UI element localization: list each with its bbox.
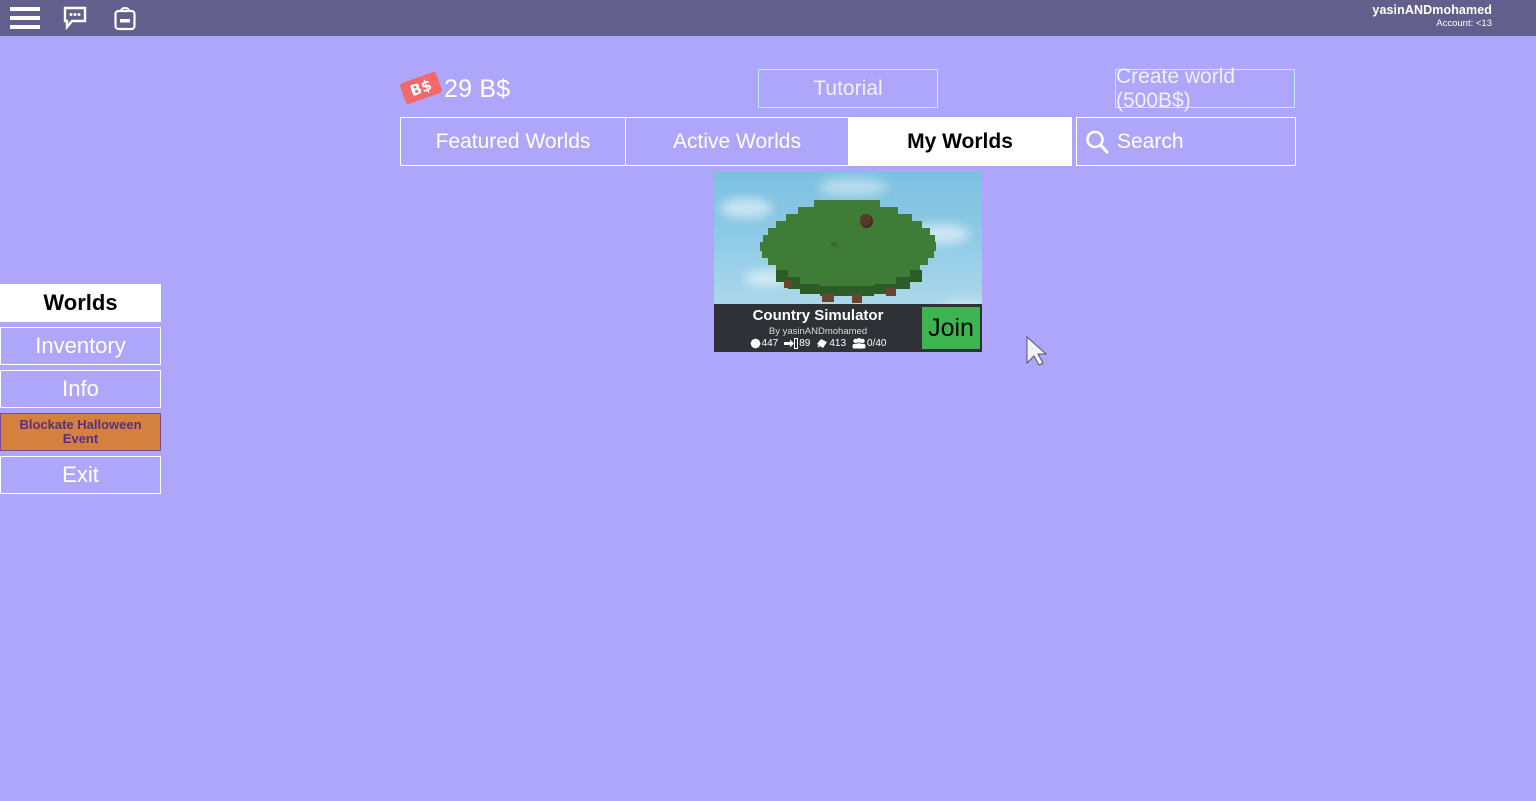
- chat-bubble-glyph: [63, 6, 87, 30]
- top-bar: yasinANDmohamed Account: <13: [0, 0, 1536, 36]
- world-stats: 447 89 413 0/40: [714, 338, 922, 349]
- blockbux-icon: B$: [399, 68, 443, 110]
- search-input[interactable]: [1117, 129, 1388, 154]
- backpack-icon[interactable]: [100, 0, 150, 36]
- island-render: [760, 200, 936, 306]
- blob-visits-icon: [750, 338, 761, 349]
- mouse-cursor: [1026, 335, 1048, 368]
- chat-bubble-icon[interactable]: [50, 0, 100, 36]
- rock-detail: [860, 214, 873, 228]
- tab-active-worlds[interactable]: Active Worlds: [625, 117, 849, 166]
- tab-featured-worlds[interactable]: Featured Worlds: [400, 117, 626, 166]
- stat-gems: 413: [816, 338, 846, 349]
- left-sidebar: Worlds Inventory Info Blockate Halloween…: [0, 284, 161, 494]
- account-block[interactable]: yasinANDmohamed Account: <13: [1372, 3, 1492, 30]
- stat-entries: 89: [784, 338, 810, 349]
- currency-amount: 29 B$: [444, 74, 511, 103]
- world-author: By yasinANDmohamed: [768, 326, 868, 337]
- stat-entries-value: 89: [799, 338, 811, 349]
- sidebar-item-exit[interactable]: Exit: [0, 456, 161, 494]
- tab-my-worlds[interactable]: My Worlds: [848, 117, 1072, 166]
- magnifier-glyph: [1086, 130, 1109, 153]
- currency-display: B$ 29 B$: [399, 68, 511, 110]
- search-box[interactable]: [1076, 117, 1388, 166]
- cursor-arrow-icon: [1026, 335, 1048, 366]
- sidebar-item-info[interactable]: Info: [0, 370, 161, 408]
- tutorial-button[interactable]: Tutorial: [758, 69, 938, 108]
- backpack-glyph: [114, 7, 136, 31]
- stat-gems-value: 413: [829, 338, 847, 349]
- world-card[interactable]: Country Simulator By yasinANDmohamed 447…: [714, 172, 982, 352]
- world-card-info: Country Simulator By yasinANDmohamed 447…: [714, 304, 982, 352]
- account-age-label: Account: <13: [1436, 18, 1492, 30]
- sidebar-item-worlds[interactable]: Worlds: [0, 284, 161, 322]
- hamburger-menu-glyph: [10, 7, 40, 29]
- sidebar-item-inventory[interactable]: Inventory: [0, 327, 161, 365]
- stat-visits: 447: [750, 338, 779, 349]
- search-icon: [1077, 117, 1117, 166]
- create-world-button[interactable]: Create world (500B$): [1115, 65, 1295, 112]
- cloud: [818, 178, 888, 196]
- stat-visits-value: 447: [761, 338, 779, 349]
- stat-players: 0/40: [852, 338, 886, 349]
- sidebar-item-halloween-event[interactable]: Blockate Halloween Event: [0, 413, 161, 451]
- stat-players-value: 0/40: [867, 338, 887, 349]
- gem-icon: [816, 338, 828, 349]
- join-button[interactable]: Join: [922, 307, 980, 349]
- world-title: Country Simulator: [752, 307, 884, 324]
- grass-detail: [831, 242, 837, 247]
- players-icon: [852, 338, 866, 349]
- blockbux-icon-label: B$: [407, 75, 435, 101]
- hamburger-menu-icon[interactable]: [0, 0, 50, 36]
- arrow-door-icon: [784, 338, 799, 349]
- world-tabs: Featured Worlds Active Worlds My Worlds: [400, 117, 1072, 166]
- account-username: yasinANDmohamed: [1372, 3, 1492, 17]
